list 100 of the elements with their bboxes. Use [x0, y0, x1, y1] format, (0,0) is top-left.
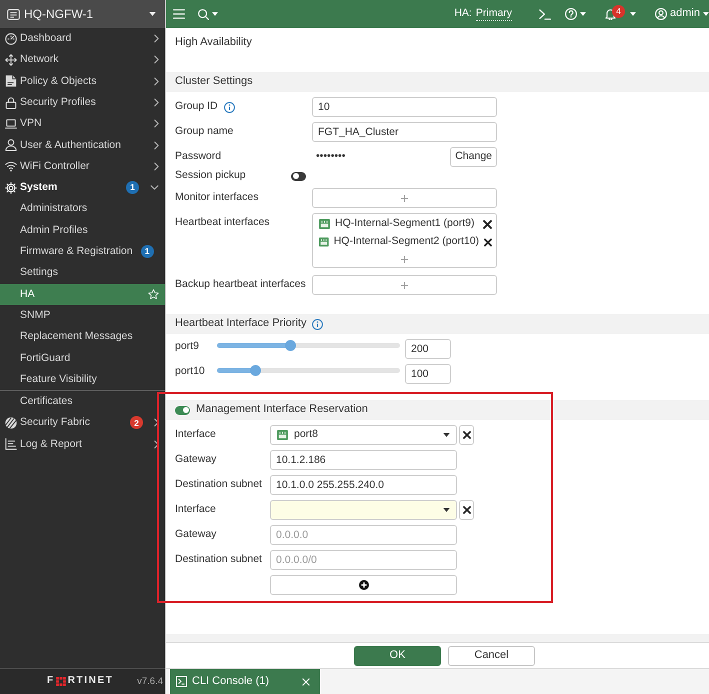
toggle-switch[interactable] [291, 172, 306, 180]
star-icon[interactable] [148, 288, 159, 300]
console-icon [176, 676, 187, 687]
field-label: Destination subnet [175, 478, 263, 492]
sidebar-item[interactable]: FortiGuard [0, 347, 165, 369]
sidebar-item[interactable]: HA [0, 284, 165, 305]
sidebar-item[interactable]: Administrators [0, 198, 165, 220]
count-badge: 2 [130, 416, 143, 430]
add-icon[interactable] [401, 256, 408, 262]
chevron-right-icon [154, 55, 159, 64]
interface-list-field[interactable] [312, 275, 497, 295]
caret-icon [630, 12, 636, 16]
count-badge: 1 [126, 181, 139, 194]
sidebar-item[interactable]: Admin Profiles [0, 220, 165, 241]
slider-thumb[interactable] [250, 365, 261, 376]
remove-button[interactable] [459, 425, 474, 445]
sidebar-item[interactable]: Security Profiles [0, 92, 165, 114]
section-title: Cluster Settings [175, 75, 253, 89]
sidebar-item[interactable]: Replacement Messages [0, 326, 165, 348]
caret-icon [580, 12, 586, 16]
add-icon[interactable] [401, 194, 408, 202]
remove-icon [462, 431, 470, 439]
caret-icon [703, 12, 709, 16]
chevron-right-icon [154, 440, 159, 449]
version-label: v7.6.4 [137, 676, 163, 688]
number-field[interactable]: 100 [405, 364, 451, 384]
sidebar-item[interactable]: Policy & Objects [0, 70, 165, 92]
bell-icon [605, 8, 616, 20]
interface-select[interactable]: port8 [270, 425, 457, 445]
sidebar-item[interactable]: User & Authentication [0, 134, 165, 156]
info-icon[interactable] [312, 318, 324, 330]
chevron-right-icon [154, 98, 159, 108]
sidebar-item[interactable]: Dashboard [0, 28, 165, 50]
interface-list-field[interactable] [312, 188, 497, 208]
text-field[interactable]: 10.1.0.0 255.255.240.0 [270, 475, 457, 495]
sidebar-item[interactable]: Certificates [0, 391, 165, 412]
logo-mark-icon [56, 677, 66, 686]
remove-button[interactable] [459, 500, 474, 520]
text-field[interactable]: 0.0.0.0 [270, 525, 457, 545]
password-value: •••••••• [315, 150, 346, 164]
remove-icon [462, 506, 470, 514]
field-label: Gateway [175, 528, 218, 542]
ha-role-link[interactable]: Primary [476, 6, 512, 22]
caret-icon [443, 433, 450, 437]
search-button[interactable] [198, 8, 218, 20]
text-field[interactable]: 10.1.2.186 [270, 450, 457, 470]
info-icon[interactable] [224, 102, 235, 112]
field-label: Gateway [175, 453, 218, 467]
help-icon [565, 8, 578, 20]
text-field[interactable]: 0.0.0.0/0 [270, 550, 457, 570]
close-icon[interactable] [302, 678, 310, 686]
notifications-button[interactable]: 4 [605, 8, 636, 20]
help-menu-button[interactable] [565, 8, 586, 20]
text-field[interactable]: FGT_HA_Cluster [312, 122, 497, 142]
remove-icon[interactable] [483, 220, 492, 228]
sidebar-item[interactable]: Settings [0, 262, 165, 284]
interface-list-field[interactable]: HQ-Internal-Segment1 (port9) HQ-Internal-Segment2 (port10) [312, 213, 497, 268]
slider-track[interactable] [217, 368, 400, 373]
field-label: Group name [175, 125, 234, 139]
plus-circle-icon [358, 580, 368, 590]
remove-icon[interactable] [484, 238, 492, 246]
device-selector[interactable]: HQ-NGFW-1 [0, 0, 165, 28]
sidebar-item[interactable]: Log & Report [0, 434, 165, 455]
document-icon [5, 75, 17, 88]
user-icon [5, 139, 17, 152]
number-field[interactable]: 200 [405, 339, 451, 359]
console-tab[interactable]: CLI Console (1) [170, 669, 320, 694]
text-field[interactable]: 10 [312, 97, 497, 117]
cancel-button[interactable]: Cancel [448, 646, 535, 666]
count-badge: 1 [140, 245, 154, 258]
bar-list-icon [5, 438, 17, 450]
field-label: Interface [175, 503, 217, 517]
chevron-right-icon [154, 162, 159, 171]
add-icon[interactable] [401, 282, 408, 288]
gauge-icon [5, 32, 17, 45]
sidebar-item[interactable]: Security Fabric 2 [0, 412, 165, 434]
field-label: Password [175, 150, 222, 164]
notification-badge: 4 [612, 5, 626, 18]
sidebar-item[interactable]: Feature Visibility [0, 368, 165, 390]
menu-icon[interactable] [173, 9, 185, 19]
toggle-switch[interactable] [175, 406, 190, 414]
sidebar-item[interactable]: System 1 [0, 177, 165, 198]
lock-icon [5, 96, 17, 109]
sidebar-item[interactable]: VPN [0, 113, 165, 134]
sidebar-item[interactable]: Network [0, 49, 165, 71]
gear-icon [5, 182, 17, 194]
terminal-icon[interactable] [539, 8, 552, 20]
sidebar-item[interactable]: SNMP [0, 304, 165, 326]
slider-track[interactable] [217, 343, 400, 348]
sidebar-item[interactable]: WiFi Controller [0, 156, 165, 178]
slider-thumb[interactable] [284, 340, 296, 351]
change-button[interactable]: Change [450, 147, 497, 167]
caret-icon [212, 12, 218, 16]
user-menu-button[interactable]: admin [655, 7, 709, 21]
sidebar-item[interactable]: Firmware & Registration 1 [0, 240, 165, 262]
page-title: High Availability [174, 35, 253, 50]
logo-text: F [47, 675, 55, 688]
confirm-button[interactable]: OK [354, 646, 441, 666]
interface-name: HQ-Internal-Segment1 (port9) [335, 217, 474, 231]
striped-globe-icon [5, 416, 17, 429]
